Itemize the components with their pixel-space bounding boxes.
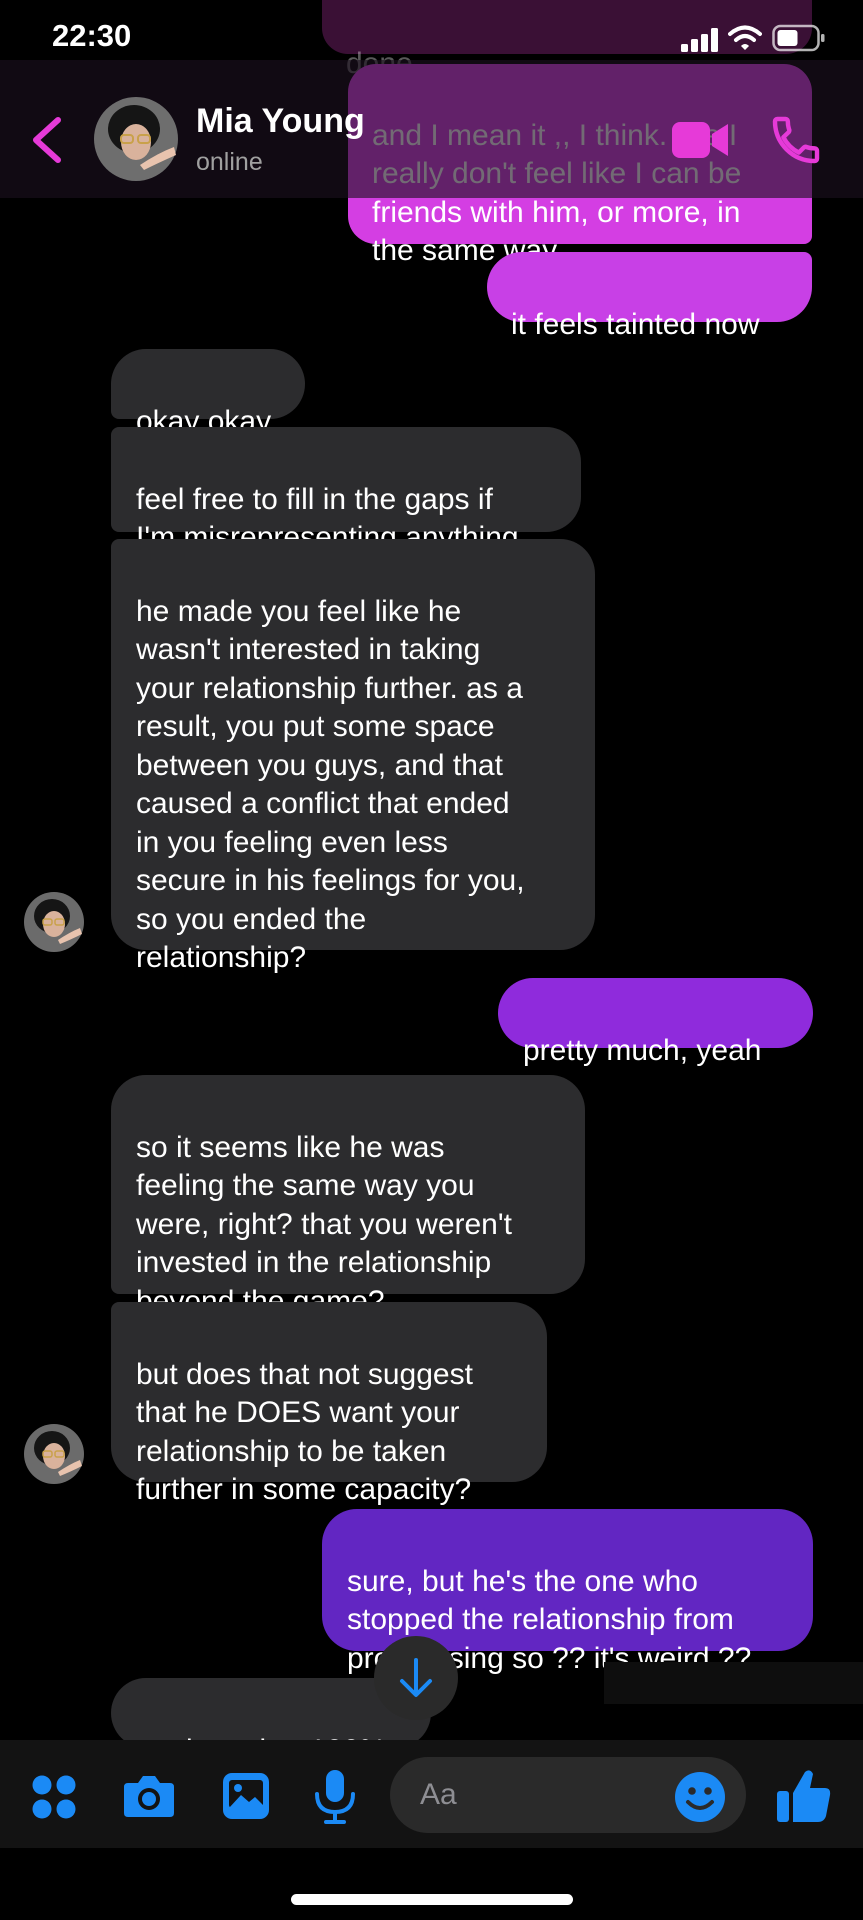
voice-message-button[interactable] xyxy=(312,1768,358,1824)
contact-name[interactable]: Mia Young xyxy=(196,102,365,141)
voice-call-button[interactable] xyxy=(768,112,824,168)
smiley-icon xyxy=(675,1772,725,1822)
home-indicator xyxy=(291,1894,573,1905)
status-time: 22:30 xyxy=(52,18,132,53)
camera-icon xyxy=(124,1776,174,1817)
image-icon xyxy=(223,1773,269,1819)
phone-icon xyxy=(772,116,820,164)
avatar-image xyxy=(24,892,84,952)
message-text: he made you feel like he wasn't interest… xyxy=(136,594,525,975)
signal-icon xyxy=(681,28,721,52)
camera-button[interactable] xyxy=(122,1771,176,1821)
contact-status: online xyxy=(196,148,263,176)
avatar[interactable] xyxy=(24,892,84,952)
chevron-left-icon xyxy=(33,117,61,163)
received-message-bubble[interactable]: but does that not suggest that he DOES w… xyxy=(111,1302,547,1506)
like-button[interactable] xyxy=(775,1768,833,1824)
avatar[interactable] xyxy=(24,1424,84,1484)
message-text: but does that not suggest that he DOES w… xyxy=(136,1357,473,1507)
received-message-bubble[interactable]: he made you feel like he wasn't interest… xyxy=(111,539,595,974)
received-message-bubble[interactable]: okay okay xyxy=(111,349,305,438)
contact-avatar[interactable] xyxy=(94,97,178,181)
message-text: it feels tainted now xyxy=(511,307,760,341)
menu-button[interactable] xyxy=(30,1773,78,1821)
four-dots-icon xyxy=(32,1775,76,1819)
scroll-to-bottom-button[interactable] xyxy=(374,1636,458,1720)
sent-message-bubble[interactable]: pretty much, yeah xyxy=(498,978,813,1067)
avatar-image xyxy=(24,1424,84,1484)
video-call-button[interactable] xyxy=(670,114,732,166)
emoji-button[interactable] xyxy=(673,1770,727,1824)
received-message-bubble[interactable]: feel free to fill in the gaps if I'm mis… xyxy=(111,427,581,554)
message-text: pretty much, yeah xyxy=(523,1033,762,1067)
back-button[interactable] xyxy=(26,112,70,168)
received-message-bubble[interactable]: so it seems like he was feeling the same… xyxy=(111,1075,585,1318)
sent-message-bubble[interactable]: it feels tainted now xyxy=(487,252,812,341)
thumbs-up-icon xyxy=(777,1770,831,1822)
avatar-image xyxy=(94,97,178,181)
wifi-icon xyxy=(728,24,762,52)
video-camera-icon xyxy=(672,122,728,158)
overlay-strip xyxy=(604,1662,863,1704)
battery-icon xyxy=(772,24,826,52)
arrow-down-icon xyxy=(400,1658,432,1697)
gallery-button[interactable] xyxy=(221,1771,271,1821)
microphone-icon xyxy=(315,1770,355,1824)
message-text: so it seems like he was feeling the same… xyxy=(136,1130,512,1318)
sent-message-bubble[interactable]: sure, but he's the one who stopped the r… xyxy=(322,1509,813,1675)
